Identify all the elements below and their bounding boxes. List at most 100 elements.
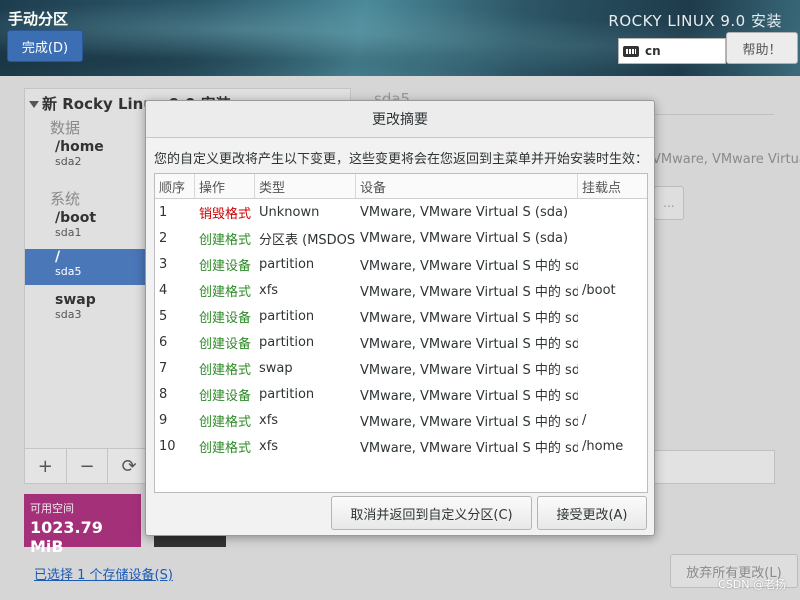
- label-field[interactable]: [654, 450, 775, 484]
- refresh-icon[interactable]: ⟳: [108, 449, 150, 483]
- table-header: 顺序 操作 类型 设备 挂载点: [155, 174, 647, 199]
- cell-type: 分区表 (MSDOS): [259, 232, 356, 248]
- cell-type: xfs: [259, 282, 279, 298]
- cell-device: VMware, VMware Virtual S 中的 sda3: [360, 362, 578, 378]
- cell-action: 创建格式: [199, 362, 252, 378]
- cell-action: 创建设备: [199, 336, 252, 352]
- cell-type: partition: [259, 386, 315, 402]
- cell-order: 1: [159, 204, 168, 220]
- product-title: ROCKY LINUX 9.0 安装: [608, 12, 782, 30]
- table-row[interactable]: 2 创建格式 分区表 (MSDOS) VMware, VMware Virtua…: [155, 225, 647, 251]
- mount-device-label: sda3: [55, 308, 82, 321]
- cell-device: VMware, VMware Virtual S 中的 sda1: [360, 258, 578, 274]
- cell-order: 3: [159, 256, 168, 272]
- column-header-action[interactable]: 操作: [195, 174, 255, 198]
- cell-type: swap: [259, 360, 293, 376]
- mount-point-label: /boot: [55, 210, 97, 226]
- cell-device: VMware, VMware Virtual S 中的 sda3: [360, 336, 578, 352]
- cell-order: 8: [159, 386, 168, 402]
- keyboard-layout-indicator[interactable]: cn: [618, 38, 726, 64]
- cell-action: 销毁格式: [199, 206, 252, 222]
- group-label-data: 数据: [50, 119, 81, 137]
- spoke-title: 手动分区: [8, 10, 69, 28]
- mount-item-home[interactable]: /home sda2: [25, 139, 145, 175]
- accept-changes-button[interactable]: 接受更改(A): [537, 496, 647, 530]
- summary-of-changes-dialog: 更改摘要 您的自定义更改将产生以下变更，这些变更将会在您返回到主菜单并开始安装时…: [145, 100, 655, 536]
- header-banner: 手动分区 完成(D) ROCKY LINUX 9.0 安装 cn 帮助！: [0, 0, 800, 76]
- table-row[interactable]: 7 创建格式 swap VMware, VMware Virtual S 中的 …: [155, 355, 647, 381]
- column-header-device[interactable]: 设备: [356, 174, 578, 198]
- cell-device: VMware, VMware Virtual S 中的 sda2: [360, 310, 578, 326]
- cell-action: 创建格式: [199, 284, 252, 300]
- table-row[interactable]: 5 创建设备 partition VMware, VMware Virtual …: [155, 303, 647, 329]
- mount-item-root[interactable]: / sda5: [25, 249, 145, 285]
- cell-type: partition: [259, 334, 315, 350]
- mount-item-boot[interactable]: /boot sda1: [25, 210, 145, 246]
- cancel-and-return-button[interactable]: 取消并返回到自定义分区(C): [331, 496, 532, 530]
- table-row[interactable]: 4 创建格式 xfs VMware, VMware Virtual S 中的 s…: [155, 277, 647, 303]
- modify-device-button[interactable]: ...: [654, 186, 684, 220]
- cell-action: 创建格式: [199, 232, 252, 248]
- cell-type: xfs: [259, 412, 279, 428]
- cell-order: 9: [159, 412, 168, 428]
- available-space-value: 1023.79 MiB: [30, 518, 103, 556]
- column-header-order[interactable]: 顺序: [155, 174, 195, 198]
- table-row[interactable]: 6 创建设备 partition VMware, VMware Virtual …: [155, 329, 647, 355]
- watermark: CSDN @老扬: [718, 578, 786, 591]
- available-space-label: 可用空间: [30, 502, 74, 515]
- cell-order: 6: [159, 334, 168, 350]
- cell-order: 2: [159, 230, 168, 246]
- dialog-description: 您的自定义更改将产生以下变更，这些变更将会在您返回到主菜单并开始安装时生效：: [154, 152, 649, 167]
- mount-item-swap[interactable]: swap sda3: [25, 292, 145, 328]
- cell-device: VMware, VMware Virtual S 中的 sda2: [360, 440, 578, 456]
- expand-arrow-icon: [29, 101, 39, 108]
- changes-table[interactable]: 顺序 操作 类型 设备 挂载点 1 销毁格式 Unknown VMware, V…: [154, 173, 648, 493]
- cell-mountpoint: /: [582, 412, 587, 428]
- mount-device-label: sda2: [55, 155, 82, 168]
- mount-point-label: /home: [55, 139, 104, 155]
- cell-device: VMware, VMware Virtual S (sda): [360, 204, 569, 220]
- column-header-type[interactable]: 类型: [255, 174, 356, 198]
- cell-type: partition: [259, 256, 315, 272]
- available-space-box: 可用空间 1023.79 MiB: [24, 494, 141, 556]
- cell-device: VMware, VMware Virtual S 中的 sda5: [360, 414, 578, 430]
- cell-order: 7: [159, 360, 168, 376]
- cell-mountpoint: /home: [582, 438, 624, 454]
- table-row[interactable]: 8 创建设备 partition VMware, VMware Virtual …: [155, 381, 647, 407]
- cell-device: VMware, VMware Virtual S 中的 sda1: [360, 284, 578, 300]
- keyboard-icon: [623, 45, 639, 57]
- mount-point-label: /: [55, 249, 61, 265]
- selected-device-text: VMware, VMware Virtual S: [652, 152, 800, 167]
- table-row[interactable]: 3 创建设备 partition VMware, VMware Virtual …: [155, 251, 647, 277]
- cell-device: VMware, VMware Virtual S 中的 sda5: [360, 388, 578, 404]
- cell-type: Unknown: [259, 204, 320, 220]
- column-header-mountpoint[interactable]: 挂载点: [578, 174, 647, 198]
- cell-action: 创建设备: [199, 388, 252, 404]
- keyboard-layout-label: cn: [645, 44, 661, 58]
- table-row[interactable]: 9 创建格式 xfs VMware, VMware Virtual S 中的 s…: [155, 407, 647, 433]
- cell-action: 创建设备: [199, 258, 252, 274]
- mount-device-label: sda5: [55, 265, 82, 278]
- table-row[interactable]: 1 销毁格式 Unknown VMware, VMware Virtual S …: [155, 199, 647, 225]
- add-partition-button[interactable]: +: [25, 449, 67, 483]
- cell-mountpoint: /boot: [582, 282, 616, 298]
- selected-storage-link[interactable]: 已选择 1 个存储设备(S): [34, 564, 173, 583]
- mount-point-label: swap: [55, 292, 96, 308]
- partition-toolbar: + − ⟳: [24, 448, 151, 484]
- cell-action: 创建格式: [199, 440, 252, 456]
- cell-device: VMware, VMware Virtual S (sda): [360, 230, 569, 246]
- cell-order: 5: [159, 308, 168, 324]
- remove-partition-button[interactable]: −: [67, 449, 109, 483]
- group-label-system: 系统: [50, 190, 81, 208]
- table-row[interactable]: 10 创建格式 xfs VMware, VMware Virtual S 中的 …: [155, 433, 647, 459]
- cell-order: 4: [159, 282, 168, 298]
- cell-action: 创建设备: [199, 310, 252, 326]
- cell-action: 创建格式: [199, 414, 252, 430]
- mount-device-label: sda1: [55, 226, 82, 239]
- dialog-title: 更改摘要: [146, 101, 654, 138]
- cell-order: 10: [159, 438, 176, 454]
- done-button[interactable]: 完成(D): [7, 30, 83, 62]
- help-button[interactable]: 帮助！: [726, 32, 798, 64]
- cell-type: xfs: [259, 438, 279, 454]
- cell-type: partition: [259, 308, 315, 324]
